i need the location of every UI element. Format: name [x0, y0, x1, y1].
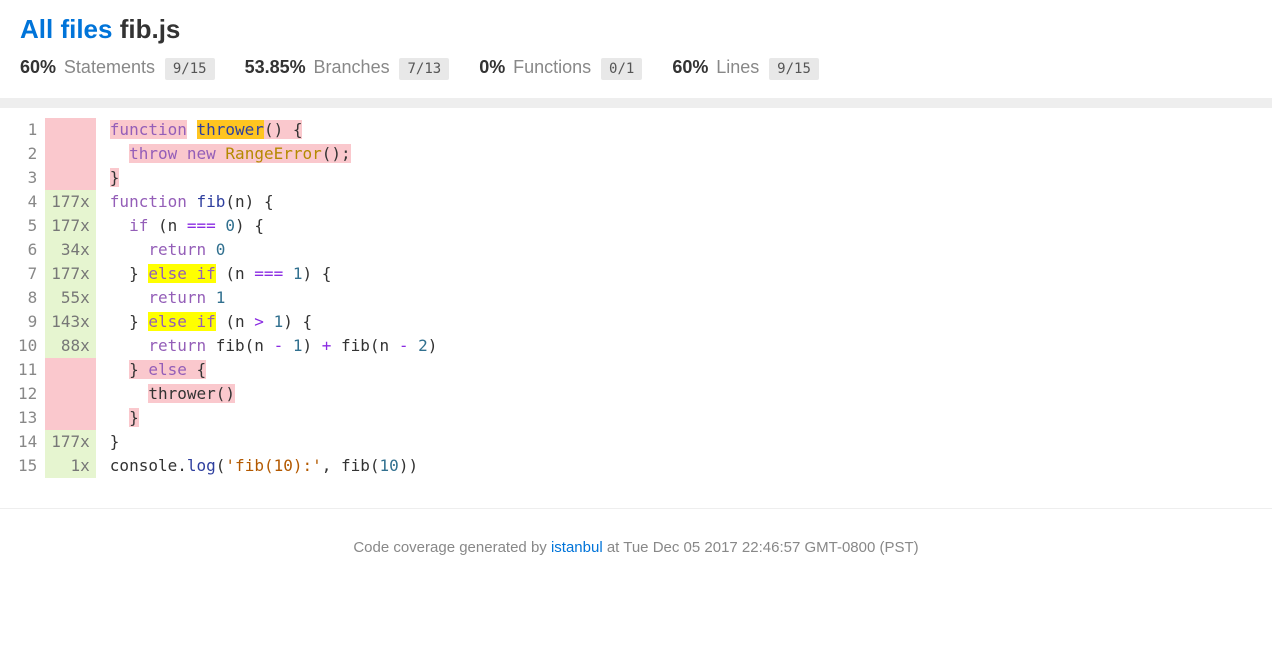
footer-prefix: Code coverage generated by — [353, 539, 551, 556]
breadcrumb-root-link[interactable]: All files — [20, 14, 112, 44]
metric-fraction: 7/13 — [399, 58, 449, 80]
code-line: return 0 — [110, 240, 226, 259]
code-line: console.log('fib(10):', fib(10)) — [110, 456, 418, 475]
istanbul-link[interactable]: istanbul — [551, 539, 603, 556]
metric-functions: 0% Functions 0/1 — [479, 57, 642, 80]
metric-label: Lines — [716, 57, 759, 77]
code-line: throw new RangeError(); — [110, 144, 351, 163]
hit-count: 177x — [45, 190, 96, 214]
metric-fraction: 9/15 — [165, 58, 215, 80]
metric-pct: 60% — [672, 57, 708, 77]
code-line: } else { — [110, 360, 206, 379]
code-line: function thrower() { — [110, 120, 303, 139]
metric-branches: 53.85% Branches 7/13 — [245, 57, 450, 80]
code-line: } else if (n > 1) { — [110, 312, 312, 331]
hit-count: 55x — [45, 286, 96, 310]
code-line: } — [110, 432, 120, 451]
hit-count — [45, 358, 96, 382]
breadcrumb: All files fib.js — [0, 0, 1272, 51]
metric-label: Statements — [64, 57, 155, 77]
hit-count — [45, 166, 96, 190]
hit-count — [45, 382, 96, 406]
status-bar — [0, 98, 1272, 108]
metric-label: Branches — [314, 57, 390, 77]
line-number-gutter: 1 2 3 4 5 6 7 8 9 10 11 12 13 14 15 — [10, 118, 45, 478]
metric-fraction: 9/15 — [769, 58, 819, 80]
code-line: function fib(n) { — [110, 192, 274, 211]
hit-count: 34x — [45, 238, 96, 262]
hit-count: 88x — [45, 334, 96, 358]
code-line: if (n === 0) { — [110, 216, 264, 235]
metric-pct: 53.85% — [245, 57, 306, 77]
source-code: function thrower() { throw new RangeErro… — [96, 118, 438, 478]
metrics-bar: 60% Statements 9/15 53.85% Branches 7/13… — [0, 51, 1272, 98]
metric-fraction: 0/1 — [601, 58, 642, 80]
footer: Code coverage generated by istanbul at T… — [0, 508, 1272, 576]
coverage-table: 1 2 3 4 5 6 7 8 9 10 11 12 13 14 15 177x… — [10, 118, 437, 478]
metric-statements: 60% Statements 9/15 — [20, 57, 215, 80]
coverage-report: All files fib.js 60% Statements 9/15 53.… — [0, 0, 1272, 576]
code-line: } — [110, 168, 120, 187]
code-line: } else if (n === 1) { — [110, 264, 332, 283]
breadcrumb-file: fib.js — [120, 14, 181, 44]
code-line: } — [110, 408, 139, 427]
footer-timestamp: at Tue Dec 05 2017 22:46:57 GMT-0800 (PS… — [603, 539, 919, 556]
hit-count-gutter: 177x177x34x177x55x143x88x 177x1x — [45, 118, 96, 478]
code-line: thrower() — [110, 384, 235, 403]
hit-count: 177x — [45, 214, 96, 238]
hit-count — [45, 406, 96, 430]
hit-count: 143x — [45, 310, 96, 334]
code-line: return fib(n - 1) + fib(n - 2) — [110, 336, 438, 355]
hit-count — [45, 142, 96, 166]
hit-count — [45, 118, 96, 142]
code-line: return 1 — [110, 288, 226, 307]
metric-lines: 60% Lines 9/15 — [672, 57, 819, 80]
hit-count: 177x — [45, 262, 96, 286]
hit-count: 177x — [45, 430, 96, 454]
metric-pct: 0% — [479, 57, 505, 77]
hit-count: 1x — [45, 454, 96, 478]
metric-pct: 60% — [20, 57, 56, 77]
metric-label: Functions — [513, 57, 591, 77]
